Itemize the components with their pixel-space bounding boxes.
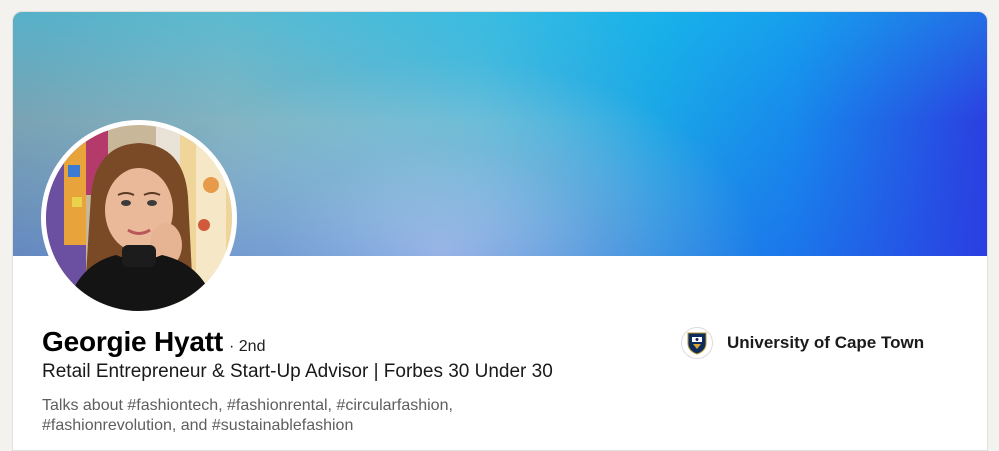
university-crest-icon (681, 327, 713, 359)
profile-photo (46, 125, 232, 311)
education-school-name: University of Cape Town (727, 333, 925, 352)
connection-degree: · 2nd (229, 338, 266, 355)
name-row: Georgie Hyatt · 2nd (42, 326, 265, 358)
profile-card: Georgie Hyatt · 2nd Retail Entrepreneur … (12, 11, 988, 451)
profile-avatar[interactable] (41, 120, 237, 316)
talks-about: Talks about #fashiontech, #fashionrental… (42, 397, 453, 434)
profile-name: Georgie Hyatt (42, 326, 223, 357)
profile-headline: Retail Entrepreneur & Start-Up Advisor |… (42, 361, 553, 382)
education-link[interactable]: University of Cape Town (681, 327, 924, 359)
